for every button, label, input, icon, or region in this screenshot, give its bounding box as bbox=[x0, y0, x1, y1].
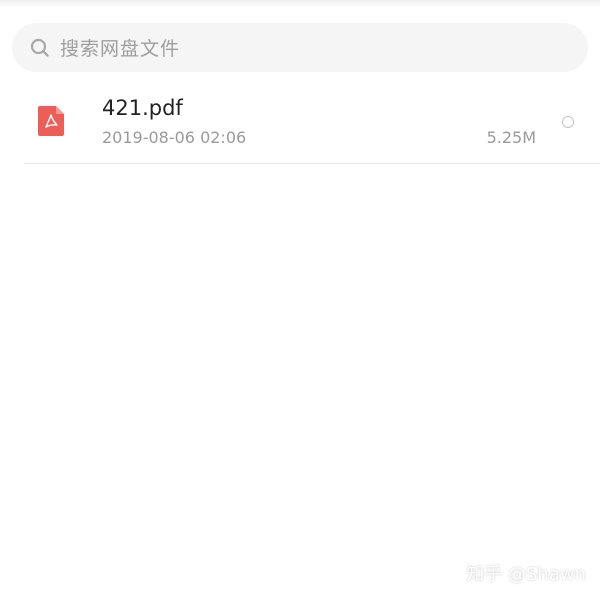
file-select-radio[interactable] bbox=[562, 116, 574, 128]
search-placeholder: 搜索网盘文件 bbox=[60, 38, 181, 60]
file-date: 2019-08-06 02:06 bbox=[102, 128, 247, 147]
watermark: 知乎 @Shawn bbox=[466, 564, 586, 585]
file-size: 5.25M bbox=[486, 128, 536, 147]
top-bar-shadow bbox=[0, 0, 600, 8]
pdf-file-icon bbox=[38, 106, 64, 136]
file-name: 421.pdf bbox=[102, 96, 183, 120]
search-icon bbox=[30, 38, 49, 57]
file-list-item[interactable]: 421.pdf 2019-08-06 02:06 5.25M bbox=[24, 84, 600, 164]
search-bar[interactable]: 搜索网盘文件 bbox=[12, 23, 588, 72]
